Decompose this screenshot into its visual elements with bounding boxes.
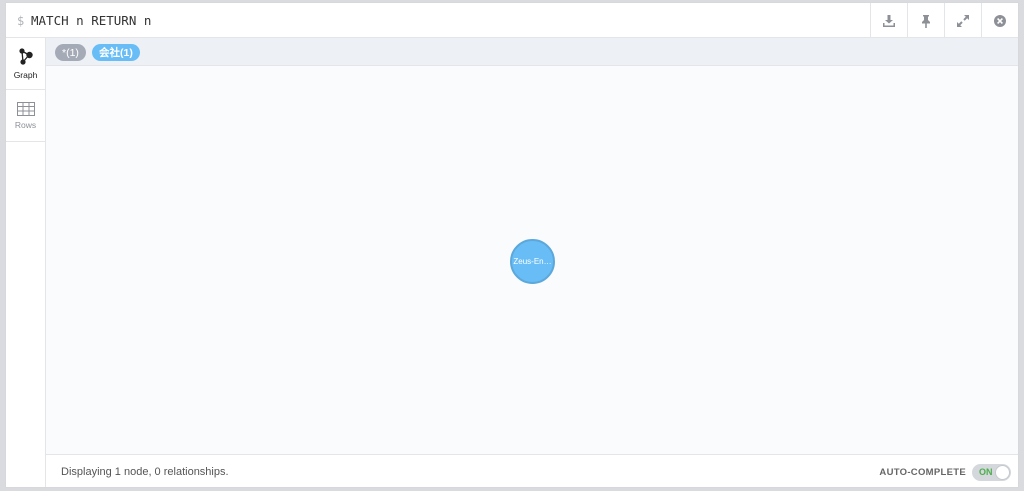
sidebar-item-graph[interactable]: Graph: [6, 38, 45, 90]
view-sidebar: Graph Rows: [6, 38, 46, 487]
query-bar: $ MATCH n RETURN n: [6, 3, 1018, 38]
toggle-state: ON: [979, 467, 993, 477]
close-circle-icon: [994, 14, 1006, 27]
expand-icon: [957, 14, 969, 27]
result-frame: $ MATCH n RETURN n Graph Rows *(1) 会社(1)…: [5, 2, 1019, 488]
graph-icon: [18, 47, 33, 65]
status-text: Displaying 1 node, 0 relationships.: [61, 466, 229, 478]
download-button[interactable]: [870, 3, 907, 38]
status-bar: Displaying 1 node, 0 relationships. AUTO…: [46, 454, 1018, 487]
graph-node[interactable]: Zeus-En…: [510, 239, 555, 284]
prompt-symbol: $: [17, 14, 25, 28]
query-text[interactable]: MATCH n RETURN n: [31, 13, 151, 28]
frame-toolbar: [870, 3, 1018, 38]
toggle-knob: [995, 465, 1010, 480]
node-caption: Zeus-En…: [513, 257, 552, 266]
sidebar-item-label: Rows: [14, 119, 37, 130]
pin-icon: [922, 14, 930, 28]
label-legend: *(1) 会社(1): [46, 38, 1018, 66]
graph-canvas[interactable]: Zeus-En…: [46, 66, 1018, 454]
close-button[interactable]: [981, 3, 1018, 38]
label-pill-company[interactable]: 会社(1): [92, 44, 140, 61]
autocomplete-toggle[interactable]: ON: [972, 464, 1011, 481]
pin-button[interactable]: [907, 3, 944, 38]
table-icon: [16, 101, 35, 116]
download-icon: [883, 14, 895, 27]
fullscreen-button[interactable]: [944, 3, 981, 38]
sidebar-item-label: Graph: [13, 69, 38, 80]
autocomplete-label: AUTO-COMPLETE: [879, 467, 966, 478]
label-pill-all[interactable]: *(1): [55, 44, 86, 61]
sidebar-item-rows[interactable]: Rows: [6, 90, 45, 142]
